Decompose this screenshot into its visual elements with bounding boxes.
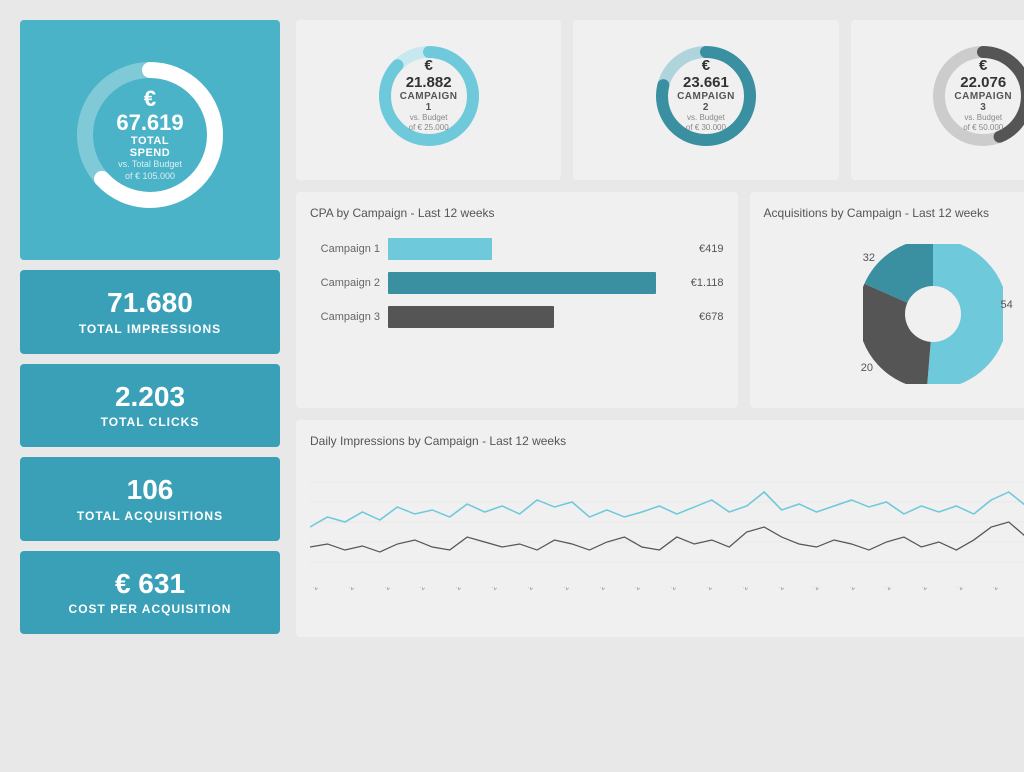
- bar-row-3: Campaign 3 €678: [310, 306, 724, 328]
- x-label-20: 2016-04-06: [992, 587, 1024, 612]
- campaign-2-amount: € 23.661: [677, 58, 735, 91]
- dashboard: € 67.619 TOTAL SPEND vs. Total Budget of…: [20, 20, 1004, 637]
- line-chart-title: Daily Impressions by Campaign - Last 12 …: [310, 434, 1024, 448]
- bar-value-1: €419: [699, 243, 723, 255]
- x-axis: 2016-01-21 2016-01-25 2016-01-29 2016-02…: [310, 587, 1024, 623]
- campaign-1-card: € 21.882 CAMPAIGN 1 vs. Budget of € 25.0…: [296, 20, 561, 180]
- campaign-2-donut: € 23.661 CAMPAIGN 2 vs. Budget of € 30.0…: [651, 41, 761, 151]
- acq-chart-title: Acquisitions by Campaign - Last 12 weeks: [764, 206, 1024, 220]
- cpa-bar-chart: Campaign 1 €419 Campaign 2 €1.118: [310, 234, 724, 332]
- campaign-3-donut: € 22.076 CAMPAIGN 3 vs. Budget of € 50.0…: [928, 41, 1024, 151]
- impressions-value: 71.680: [36, 286, 264, 320]
- campaign-1-sub: vs. Budget: [400, 113, 458, 123]
- bar-fill-1: [388, 238, 492, 260]
- main-content: € 21.882 CAMPAIGN 1 vs. Budget of € 25.0…: [296, 20, 1024, 637]
- total-spend-sublabel: vs. Total Budget: [110, 160, 190, 172]
- cpa-label: COST PER ACQUISITION: [69, 602, 232, 616]
- cpa-box: € 631 COST PER ACQUISITION: [20, 551, 280, 635]
- impressions-label: TOTAL IMPRESSIONS: [79, 322, 221, 336]
- campaign-1-sub2: of € 25.000: [400, 124, 458, 134]
- bar-track-3: [388, 306, 685, 328]
- bar-label-3: Campaign 3: [310, 311, 380, 323]
- campaign-row: € 21.882 CAMPAIGN 1 vs. Budget of € 25.0…: [296, 20, 1024, 180]
- pie-label-20: 20: [861, 362, 873, 374]
- acquisitions-value: 106: [36, 473, 264, 507]
- campaign-2-sub: vs. Budget: [677, 113, 735, 123]
- campaign-3-card: € 22.076 CAMPAIGN 3 vs. Budget of € 50.0…: [851, 20, 1024, 180]
- campaign-3-amount: € 22.076: [954, 58, 1012, 91]
- campaign-1-center: € 21.882 CAMPAIGN 1 vs. Budget of € 25.0…: [400, 58, 458, 134]
- total-spend-center: € 67.619 TOTAL SPEND vs. Total Budget of…: [110, 87, 190, 183]
- total-spend-sublabel2: of € 105.000: [110, 171, 190, 183]
- acquisitions-box: 106 TOTAL ACQUISITIONS: [20, 457, 280, 541]
- clicks-value: 2.203: [36, 380, 264, 414]
- total-spend-card: € 67.619 TOTAL SPEND vs. Total Budget of…: [20, 20, 280, 260]
- pie-label-32: 32: [863, 252, 875, 264]
- bar-label-1: Campaign 1: [310, 243, 380, 255]
- sidebar: € 67.619 TOTAL SPEND vs. Total Budget of…: [20, 20, 280, 637]
- bar-value-3: €678: [699, 311, 723, 323]
- cpa-chart-card: CPA by Campaign - Last 12 weeks Campaign…: [296, 192, 738, 408]
- line-campaign-2: [310, 522, 1024, 552]
- campaign-2-card: € 23.661 CAMPAIGN 2 vs. Budget of € 30.0…: [573, 20, 838, 180]
- line-chart-svg: [310, 462, 1024, 582]
- bar-label-2: Campaign 2: [310, 277, 380, 289]
- bar-track-1: [388, 238, 685, 260]
- bar-row-1: Campaign 1 €419: [310, 238, 724, 260]
- campaign-3-sub: vs. Budget: [954, 113, 1012, 123]
- total-spend-donut: € 67.619 TOTAL SPEND vs. Total Budget of…: [70, 55, 230, 215]
- clicks-box: 2.203 TOTAL CLICKS: [20, 364, 280, 448]
- bar-fill-2: [388, 272, 656, 294]
- bar-fill-3: [388, 306, 554, 328]
- line-chart-card: Daily Impressions by Campaign - Last 12 …: [296, 420, 1024, 637]
- total-spend-label: TOTAL SPEND: [110, 136, 190, 160]
- campaign-3-center: € 22.076 CAMPAIGN 3 vs. Budget of € 50.0…: [954, 58, 1012, 134]
- charts-row: CPA by Campaign - Last 12 weeks Campaign…: [296, 192, 1024, 408]
- campaign-3-name: CAMPAIGN 3: [954, 91, 1012, 113]
- bar-value-2: €1.118: [691, 277, 724, 289]
- campaign-2-center: € 23.661 CAMPAIGN 2 vs. Budget of € 30.0…: [677, 58, 735, 134]
- cpa-chart-title: CPA by Campaign - Last 12 weeks: [310, 206, 724, 220]
- acq-chart-card: Acquisitions by Campaign - Last 12 weeks: [750, 192, 1024, 408]
- acquisitions-label: TOTAL ACQUISITIONS: [77, 509, 223, 523]
- cpa-value: € 631: [36, 567, 264, 601]
- bar-track-2: [388, 272, 677, 294]
- pie-container: 32 54 20: [764, 234, 1024, 394]
- bar-row-2: Campaign 2 €1.118: [310, 272, 724, 294]
- campaign-3-sub2: of € 50.000: [954, 124, 1012, 134]
- campaign-2-name: CAMPAIGN 2: [677, 91, 735, 113]
- clicks-label: TOTAL CLICKS: [101, 415, 200, 429]
- total-spend-amount: € 67.619: [110, 87, 190, 135]
- campaign-1-donut: € 21.882 CAMPAIGN 1 vs. Budget of € 25.0…: [374, 41, 484, 151]
- campaign-2-sub2: of € 30.000: [677, 124, 735, 134]
- campaign-1-name: CAMPAIGN 1: [400, 91, 458, 113]
- impressions-box: 71.680 TOTAL IMPRESSIONS: [20, 270, 280, 354]
- campaign-1-amount: € 21.882: [400, 58, 458, 91]
- pie-label-54: 54: [1000, 299, 1012, 311]
